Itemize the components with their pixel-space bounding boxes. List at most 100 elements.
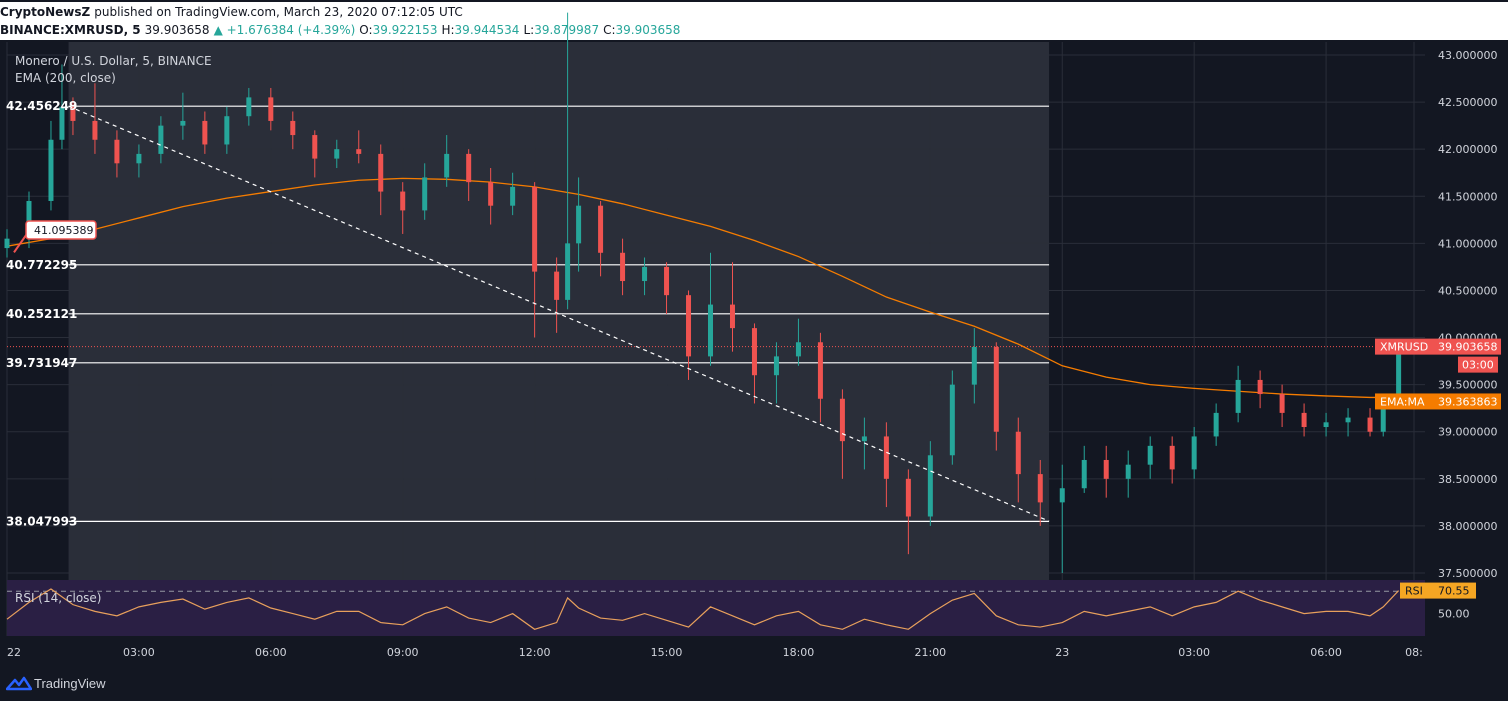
x-tick-label: 03:00 [123,646,155,659]
x-tick-label: 22 [7,646,21,659]
candle-body [48,139,54,201]
countdown-label: 03:00 [1462,359,1494,372]
candle-body [620,252,626,282]
y-tick-label: 41.500000 [1438,190,1498,203]
x-tick-label: 03:00 [1178,646,1210,659]
candle-body [927,455,933,517]
candle-body [1191,436,1197,470]
candle-body [576,205,582,244]
candle-body [180,120,186,126]
candle-body [1323,422,1329,428]
candle-body [136,153,142,164]
tradingview-logo-icon [6,676,32,691]
level-label: 40.772295 [6,258,77,272]
y-tick-label: 37.500000 [1438,567,1498,580]
candle-body [729,304,735,329]
candle-body [1301,412,1307,428]
candle-body [642,266,648,282]
candle-body [795,342,801,357]
candle-body [400,191,406,211]
candle [949,370,955,465]
level-label: 38.047993 [6,514,77,528]
price-symbol-label: XMRUSD [1380,341,1428,354]
candle-body [817,342,823,399]
level-label: 40.252121 [6,307,77,321]
candle-body [356,149,362,154]
candle-body [1147,445,1153,465]
level-label: 42.456249 [6,99,77,113]
candle-body [686,295,692,357]
x-tick-label: 23 [1055,646,1069,659]
candle-body [1279,394,1285,413]
y-tick-label: 38.500000 [1438,473,1498,486]
candle-body [1345,417,1351,423]
candle-body [1213,412,1219,437]
candle-body [444,153,450,178]
x-tick-label: 06:00 [255,646,287,659]
candle-body [554,271,560,300]
chart-canvas[interactable]: 41.095389 43.000000 42.500000 42.000000 41.… [0,0,1508,668]
candle-body [1257,379,1263,395]
y-tick-label: 43.000000 [1438,49,1498,62]
candle-body [422,177,428,211]
ema-value-label: 39.363863 [1438,395,1498,408]
footer-bar: TradingView [0,668,1508,701]
candle-body [246,97,252,117]
candle-body [1235,379,1241,413]
highlight-range-box [68,42,1050,580]
candle-body [949,384,955,456]
candle-body [773,356,779,376]
y-tick-label: 40.500000 [1438,284,1498,297]
symbol-title: Monero / U.S. Dollar, 5, BINANCE [15,54,212,68]
candle-body [883,436,889,479]
candle-body [751,328,757,376]
candle-body [1059,488,1065,503]
candle-body [1015,431,1021,475]
candle-body [510,186,516,206]
candle-body [378,153,384,192]
candle-body [598,205,604,253]
tradingview-chart: { "header": { "publisher": "CryptoNewsZ"… [0,0,1508,701]
rsi-value-label: 70.55 [1438,585,1470,598]
y-tick-label: 41.000000 [1438,237,1498,250]
x-tick-label: 08: [1405,646,1423,659]
candle-body [92,120,98,140]
candle-body [1169,445,1175,470]
candle-body [993,346,999,432]
x-tick-label: 06:00 [1310,646,1342,659]
candle-body [1103,459,1109,479]
candle-body [224,116,230,145]
rsi-axis-label: 50.00 [1438,608,1470,621]
candle-body [861,436,867,442]
candle-body [1367,417,1373,432]
candle-body [334,149,340,159]
candle-body [1037,474,1043,503]
candle-body [664,266,670,296]
ema-name-label: EMA:MA [1380,395,1425,408]
rsi-legend: RSI (14, close) [15,591,101,605]
y-tick-label: 39.500000 [1438,379,1498,392]
candle-body [312,135,318,159]
candle-body [290,120,296,136]
candle-body [971,346,977,385]
candle-body [202,120,208,145]
y-tick-label: 42.000000 [1438,143,1498,156]
candle-body [466,153,472,183]
x-tick-label: 21:00 [914,646,946,659]
candle-body [1081,459,1087,489]
candle-body [1125,464,1131,479]
y-tick-label: 42.500000 [1438,96,1498,109]
x-tick-label: 12:00 [519,646,551,659]
candle-body [905,478,911,517]
y-tick-label: 39.000000 [1438,426,1498,439]
ema-legend: EMA (200, close) [15,71,116,85]
candle-body [4,238,10,249]
x-tick-label: 15:00 [651,646,683,659]
rsi-name-label: RSI [1405,585,1423,598]
candle-body [565,243,571,300]
candle-body [708,304,714,357]
level-label: 39.731947 [6,356,77,370]
price-value-label: 39.903658 [1438,341,1498,354]
candle-body [488,182,494,206]
candle-body [114,139,120,164]
